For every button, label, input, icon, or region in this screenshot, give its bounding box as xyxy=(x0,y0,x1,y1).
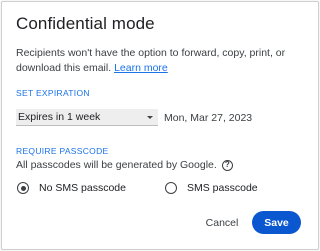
radio-selected-icon[interactable] xyxy=(17,182,29,194)
save-button[interactable]: Save xyxy=(252,211,301,234)
radio-dot xyxy=(20,185,26,191)
require-passcode-label: REQUIRE PASSCODE xyxy=(16,146,109,156)
radio-no-sms-passcode[interactable]: No SMS passcode xyxy=(17,182,126,194)
expiration-select-value: Expires in 1 week xyxy=(18,111,101,123)
confidential-mode-dialog: Confidential mode Recipients won't have … xyxy=(1,1,319,250)
cancel-button[interactable]: Cancel xyxy=(199,212,245,234)
help-circle-icon[interactable]: ? xyxy=(221,159,233,171)
set-expiration-label: SET EXPIRATION xyxy=(16,88,90,98)
caret-down-icon xyxy=(147,116,153,119)
dialog-description: Recipients won't have the option to forw… xyxy=(16,46,312,76)
expiration-date: Mon, Mar 27, 2023 xyxy=(164,112,253,124)
passcode-note-text: All passcodes will be generated by Googl… xyxy=(16,159,217,171)
radio-label-sms: SMS passcode xyxy=(187,182,258,194)
learn-more-link[interactable]: Learn more xyxy=(114,62,168,74)
radio-sms-passcode[interactable]: SMS passcode xyxy=(165,182,258,194)
passcode-note: All passcodes will be generated by Googl… xyxy=(16,159,233,171)
dialog-title: Confidential mode xyxy=(16,14,155,33)
radio-label-no-sms: No SMS passcode xyxy=(39,182,126,194)
expiration-select[interactable]: Expires in 1 week xyxy=(16,109,158,126)
radio-unselected-icon[interactable] xyxy=(165,182,177,194)
